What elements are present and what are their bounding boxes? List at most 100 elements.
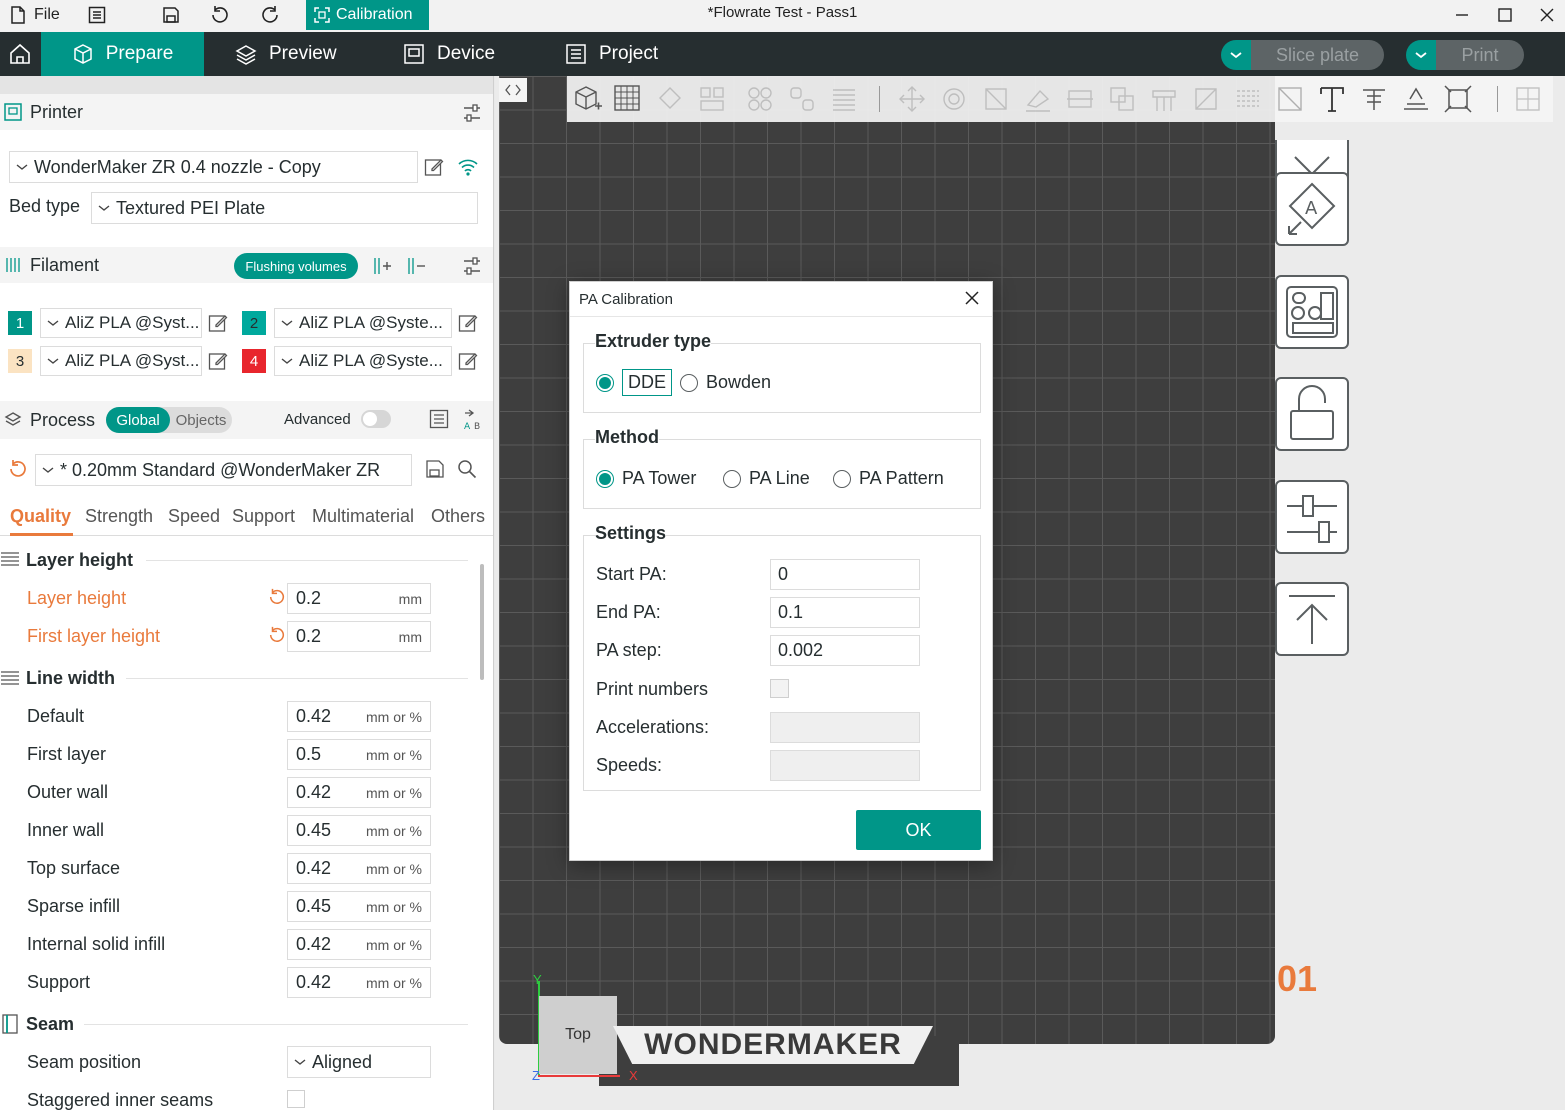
- objects-toggle[interactable]: Objects: [170, 407, 232, 433]
- filament-slot-number[interactable]: 1: [8, 311, 32, 335]
- mesh-boolean-button[interactable]: [1105, 82, 1139, 116]
- move-button[interactable]: [895, 82, 929, 116]
- line-width-sparse-infill-input[interactable]: 0.45 mm or %: [287, 891, 431, 922]
- process-preset-select[interactable]: * 0.20mm Standard @WonderMaker ZR: [35, 454, 412, 486]
- tab-quality[interactable]: Quality: [10, 506, 71, 527]
- extruder-dde-option[interactable]: DDE: [596, 369, 673, 396]
- tab-preview[interactable]: Preview: [235, 32, 337, 76]
- line-width-outer-wall-input[interactable]: 0.42 mm or %: [287, 777, 431, 808]
- close-dialog-button[interactable]: [964, 290, 982, 308]
- slice-plate-button[interactable]: Slice plate: [1221, 40, 1384, 70]
- filament-slot-number[interactable]: 3: [8, 349, 32, 373]
- filament-slot-number[interactable]: 2: [242, 311, 266, 335]
- support-paint-button[interactable]: [1147, 82, 1181, 116]
- save-button[interactable]: [162, 0, 180, 30]
- filament-slot-number[interactable]: 4: [242, 349, 266, 373]
- tab-prepare[interactable]: Prepare: [41, 32, 204, 76]
- lock-plate-button[interactable]: [1275, 377, 1349, 451]
- line-width-internal-solid-infill-input[interactable]: 0.42 mm or %: [287, 929, 431, 960]
- measure-button[interactable]: [1273, 82, 1307, 116]
- settings-scrollbar[interactable]: [480, 564, 484, 680]
- flushing-volumes-button[interactable]: Flushing volumes: [234, 253, 358, 279]
- plate-settings-button[interactable]: [1275, 480, 1349, 554]
- file-menu[interactable]: File: [10, 0, 60, 30]
- print-button[interactable]: Print: [1406, 40, 1524, 70]
- line-width-inner-wall-input[interactable]: 0.45 mm or %: [287, 815, 431, 846]
- filament-select[interactable]: AliZ PLA @Syste...: [274, 308, 452, 338]
- printer-settings-button[interactable]: [460, 102, 484, 124]
- view-cube[interactable]: Top: [539, 996, 617, 1074]
- method-pa-tower-option[interactable]: PA Tower: [596, 468, 696, 489]
- maximize-button[interactable]: [1485, 0, 1525, 30]
- add-object-button[interactable]: [571, 82, 605, 116]
- edit-filament-button[interactable]: [207, 312, 229, 334]
- advanced-toggle[interactable]: [361, 410, 391, 428]
- filament-select[interactable]: AliZ PLA @Syst...: [40, 346, 202, 376]
- filament-settings-button[interactable]: [460, 255, 484, 277]
- calibration-menu[interactable]: Calibration: [306, 0, 429, 30]
- tab-others[interactable]: Others: [431, 506, 485, 527]
- add-filament-button[interactable]: [370, 254, 394, 278]
- ok-button[interactable]: OK: [856, 810, 981, 850]
- tab-multimaterial[interactable]: Multimaterial: [312, 506, 414, 527]
- svg-tool-button[interactable]: [1357, 82, 1391, 116]
- menu-button[interactable]: [88, 0, 106, 30]
- print-dropdown[interactable]: [1406, 40, 1436, 70]
- plugin-button[interactable]: [1511, 82, 1545, 116]
- edit-filament-button[interactable]: [457, 350, 479, 372]
- lay-on-face-button[interactable]: [1021, 82, 1055, 116]
- split-objects-button[interactable]: [743, 82, 777, 116]
- cut-button[interactable]: [1063, 82, 1097, 116]
- pa-step-input[interactable]: 0.002: [770, 635, 920, 666]
- printer-connection-button[interactable]: [456, 156, 480, 178]
- rotate-button[interactable]: [937, 82, 971, 116]
- bed-type-select[interactable]: Textured PEI Plate: [91, 192, 478, 224]
- first-layer-height-input[interactable]: 0.2 mm: [287, 621, 431, 652]
- assembly-button[interactable]: [1399, 82, 1433, 116]
- move-plate-to-top-button[interactable]: [1275, 582, 1349, 656]
- fit-view-button[interactable]: [1441, 82, 1475, 116]
- tab-speed[interactable]: Speed: [168, 506, 220, 527]
- reset-layer-height-button[interactable]: [268, 588, 286, 611]
- tab-device[interactable]: Device: [403, 32, 495, 76]
- tab-strength[interactable]: Strength: [85, 506, 153, 527]
- seam-paint-button[interactable]: [1189, 82, 1223, 116]
- edit-printer-button[interactable]: [423, 156, 445, 178]
- collapse-sidebar-button[interactable]: [499, 78, 527, 102]
- layers-button[interactable]: [827, 82, 861, 116]
- start-pa-input[interactable]: 0: [770, 559, 920, 590]
- reset-first-layer-height-button[interactable]: [268, 626, 286, 649]
- slice-dropdown[interactable]: [1221, 40, 1251, 70]
- remove-filament-button[interactable]: [404, 254, 428, 278]
- close-window-button[interactable]: [1527, 0, 1565, 30]
- redo-button[interactable]: [260, 0, 280, 30]
- auto-orient-plate-button[interactable]: A: [1275, 172, 1349, 246]
- accelerations-input[interactable]: [770, 712, 920, 743]
- line-width-first-layer-input[interactable]: 0.5 mm or %: [287, 739, 431, 770]
- tab-support[interactable]: Support: [232, 506, 295, 527]
- arrange-button[interactable]: [695, 82, 729, 116]
- layer-height-input[interactable]: 0.2 mm: [287, 583, 431, 614]
- tab-project[interactable]: Project: [565, 32, 658, 76]
- method-pa-line-option[interactable]: PA Line: [723, 468, 810, 489]
- print-numbers-checkbox[interactable]: [770, 679, 789, 698]
- global-toggle[interactable]: Global: [106, 407, 170, 433]
- arrange-plate-button[interactable]: [1275, 275, 1349, 349]
- filament-select[interactable]: AliZ PLA @Syste...: [274, 346, 452, 376]
- seam-position-select[interactable]: Aligned: [287, 1046, 431, 1078]
- extruder-bowden-option[interactable]: Bowden: [680, 372, 771, 393]
- line-width-default-input[interactable]: 0.42 mm or %: [287, 701, 431, 732]
- add-plate-button[interactable]: [611, 82, 645, 116]
- search-settings-button[interactable]: [456, 458, 478, 480]
- process-list-button[interactable]: [428, 408, 450, 430]
- filament-select[interactable]: AliZ PLA @Syst...: [40, 308, 202, 338]
- method-pa-pattern-option[interactable]: PA Pattern: [833, 468, 944, 489]
- edit-filament-button[interactable]: [457, 312, 479, 334]
- end-pa-input[interactable]: 0.1: [770, 597, 920, 628]
- reset-preset-button[interactable]: [7, 458, 29, 480]
- text-tool-button[interactable]: [1315, 82, 1349, 116]
- minimize-button[interactable]: [1442, 0, 1482, 30]
- edit-filament-button[interactable]: [207, 350, 229, 372]
- scale-button[interactable]: [979, 82, 1013, 116]
- compare-presets-button[interactable]: AB: [461, 408, 485, 432]
